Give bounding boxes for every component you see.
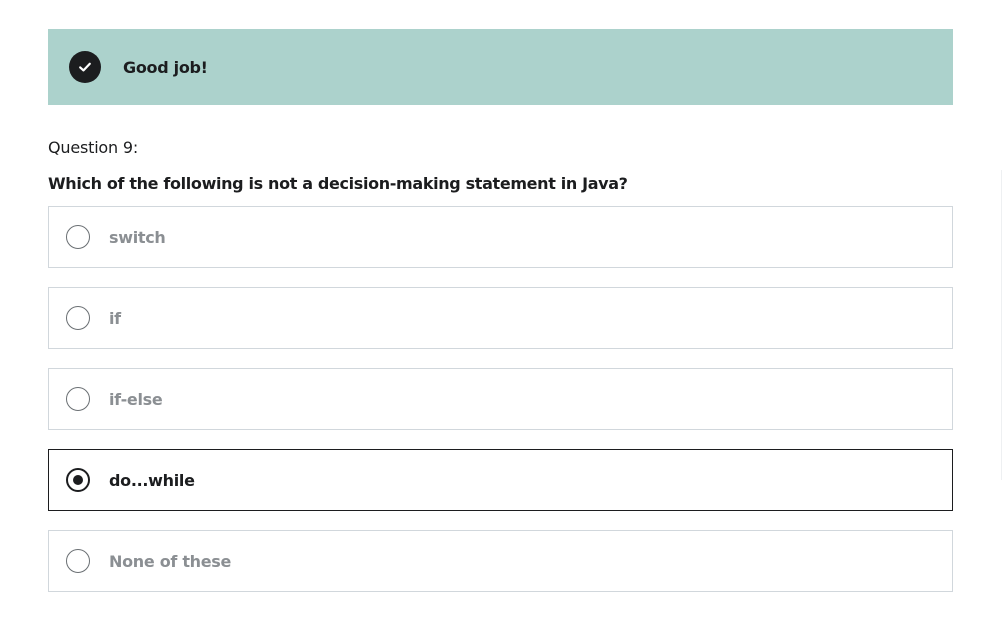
answer-option-do-while[interactable]: do...while bbox=[48, 449, 953, 511]
radio-button[interactable] bbox=[66, 225, 90, 249]
radio-button[interactable] bbox=[66, 549, 90, 573]
check-circle-icon bbox=[69, 51, 101, 83]
answer-label: if bbox=[109, 308, 121, 328]
answer-label: None of these bbox=[109, 551, 232, 571]
radio-selected-dot bbox=[73, 475, 83, 485]
answer-label: do...while bbox=[109, 470, 195, 490]
quiz-result-container: Good job! Question 9: Which of the follo… bbox=[48, 29, 953, 611]
radio-button[interactable] bbox=[66, 468, 90, 492]
result-banner: Good job! bbox=[48, 29, 953, 105]
radio-button[interactable] bbox=[66, 306, 90, 330]
answer-list: switch if if-else do...while None of the… bbox=[48, 206, 953, 592]
answer-option-if-else[interactable]: if-else bbox=[48, 368, 953, 430]
question-number: Question 9: bbox=[48, 138, 139, 157]
answer-option-switch[interactable]: switch bbox=[48, 206, 953, 268]
radio-button[interactable] bbox=[66, 387, 90, 411]
result-message: Good job! bbox=[123, 57, 208, 77]
question-text: Which of the following is not a decision… bbox=[48, 174, 628, 193]
answer-label: if-else bbox=[109, 389, 163, 409]
answer-option-none-of-these[interactable]: None of these bbox=[48, 530, 953, 592]
answer-option-if[interactable]: if bbox=[48, 287, 953, 349]
answer-label: switch bbox=[109, 227, 166, 247]
